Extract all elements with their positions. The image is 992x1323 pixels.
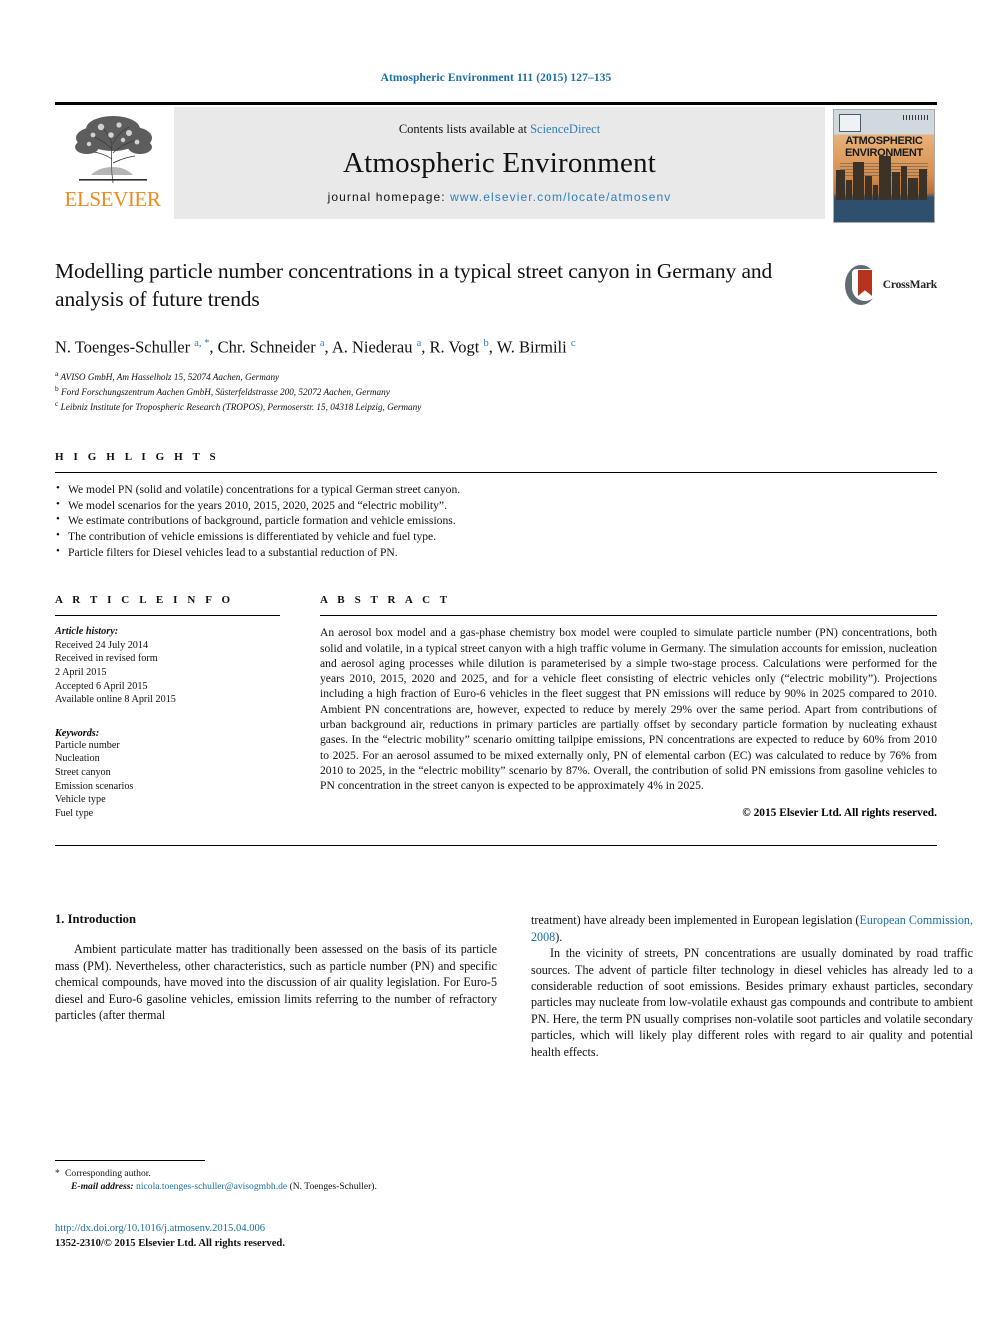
keywords-label: Keywords: [55,727,100,739]
affiliation-text: Ford Forschungszentrum Aachen GmbH, Süst… [61,386,390,397]
affiliation-c: c Leibniz Institute for Tropospheric Res… [55,398,937,413]
cover-image: ATMOSPHERIC ENVIRONMENT [833,109,935,223]
list-item: We model scenarios for the years 2010, 2… [55,497,937,514]
affiliation-marker: c [55,399,59,409]
crossmark-label: CrossMark [882,279,937,291]
corresponding-author-label: Corresponding author. [65,1168,151,1179]
footnote-star-marker: * [55,1168,60,1179]
elsevier-wordmark: ELSEVIER [64,187,161,211]
affiliation-text: Leibniz Institute for Tropospheric Resea… [60,402,422,413]
affiliation-marker: b [55,383,59,393]
intro-right-post: ). [555,929,563,944]
elsevier-tree-icon [67,109,159,187]
journal-cover-thumbnail: ATMOSPHERIC ENVIRONMENT [833,105,937,223]
cover-barcode-icon [903,115,929,120]
sciencedirect-link[interactable]: ScienceDirect [530,122,600,136]
abstract-copyright: © 2015 Elsevier Ltd. All rights reserved… [742,806,937,819]
cover-skyline-graphic [834,154,934,200]
keyword: Fuel type [55,807,94,819]
corresponding-author-note: * Corresponding author. E-mail address: … [55,1167,497,1193]
homepage-url-link[interactable]: www.elsevier.com/locate/atmosenv [450,190,671,204]
email-address-label: E-mail address: [71,1181,134,1192]
affiliation-list: a AVISO GmbH, Am Hasselholz 15, 52074 Aa… [55,368,937,414]
homepage-label: journal homepage: [327,190,451,204]
intro-paragraph-left: Ambient particulate matter has tradition… [55,942,497,1023]
journal-homepage-line: journal homepage: www.elsevier.com/locat… [328,190,672,204]
history-line: Available online 8 April 2015 [55,694,176,706]
footnote-divider [55,1160,205,1161]
list-item: The contribution of vehicle emissions is… [55,528,937,545]
article-info-heading: A R T I C L E I N F O [55,594,234,607]
body-column-right: treatment) have already been implemented… [531,912,973,1060]
keyword: Emission scenarios [55,780,134,792]
history-line: Accepted 6 April 2015 [55,680,148,692]
article-history: Article history: Received 24 July 2014 R… [55,616,280,707]
author-list: N. Toenges-Schuller a, *, Chr. Schneider… [55,337,576,357]
highlights-heading: H I G H L I G H T S [55,451,220,464]
introduction-heading: 1. Introduction [55,912,136,927]
affiliation-text: AVISO GmbH, Am Hasselholz 15, 52074 Aach… [60,371,280,382]
doi-link[interactable]: http://dx.doi.org/10.1016/j.atmosenv.201… [55,1222,555,1237]
history-line: Received 24 July 2014 [55,639,149,651]
affiliation-marker: a [55,368,59,378]
abstract-text: An aerosol box model and a gas-phase che… [320,626,937,793]
body-columns: 1. Introduction Ambient particulate matt… [55,912,973,1060]
keywords-list: Particle number Nucleation Street canyon… [55,739,280,821]
journal-title: Atmospheric Environment [342,147,657,179]
document-footer: http://dx.doi.org/10.1016/j.atmosenv.201… [55,1222,555,1251]
highlights-section: H I G H L I G H T S We model PN (solid a… [55,451,937,560]
info-abstract-section: A R T I C L E I N F O Article history: R… [55,594,937,820]
cover-title-line1: ATMOSPHERIC [845,135,923,147]
contents-available-line: Contents lists available at ScienceDirec… [399,122,600,137]
article-first-page: Atmospheric Environment 111 (2015) 127–1… [0,0,992,1323]
issn-copyright-line: 1352-2310/© 2015 Elsevier Ltd. All right… [55,1237,285,1249]
footnote-block: * Corresponding author. E-mail address: … [55,1160,497,1193]
crossmark-icon [845,265,878,305]
affiliation-a: a AVISO GmbH, Am Hasselholz 15, 52074 Aa… [55,368,937,383]
abstract-column: A B S T R A C T An aerosol box model and… [320,594,937,820]
keyword: Nucleation [55,753,100,765]
email-author-suffix: (N. Toenges-Schuller). [289,1181,377,1192]
keywords-block: Keywords: Particle number Nucleation Str… [55,726,280,821]
author-email-link[interactable]: nicola.toenges-schuller@avisogmbh.de [136,1181,287,1192]
page-title: Modelling particle number concentrations… [55,259,773,311]
keyword: Particle number [55,739,120,751]
running-head: Atmospheric Environment 111 (2015) 127–1… [380,72,612,84]
journal-masthead: ELSEVIER Contents lists available at Sci… [55,102,937,223]
keyword: Street canyon [55,767,111,779]
contents-prefix: Contents lists available at [398,122,531,136]
intro-paragraph-right-continued: treatment) have already been implemented… [531,912,973,945]
publisher-logo: ELSEVIER [55,105,170,223]
abstract-heading: A B S T R A C T [320,594,451,607]
keyword: Vehicle type [55,794,106,806]
title-block: Modelling particle number concentrations… [55,257,937,413]
highlights-list: We model PN (solid and volatile) concent… [55,473,937,560]
list-item: Particle filters for Diesel vehicles lea… [55,544,937,561]
article-history-label: Article history: [55,626,119,638]
list-item: We model PN (solid and volatile) concent… [55,481,937,498]
affiliation-b: b Ford Forschungszentrum Aachen GmbH, Sü… [55,383,937,398]
crossmark-badge[interactable]: CrossMark [845,261,937,309]
section-end-divider [55,845,937,847]
article-info-column: A R T I C L E I N F O Article history: R… [55,594,280,820]
body-column-left: 1. Introduction Ambient particulate matt… [55,912,497,1060]
history-line: 2 April 2015 [55,667,107,679]
history-line: Received in revised form [55,653,158,665]
intro-right-pre: treatment) have already been implemented… [531,913,860,928]
list-item: We estimate contributions of background,… [55,513,937,529]
masthead-center: Contents lists available at ScienceDirec… [174,107,825,219]
intro-paragraph-right: In the vicinity of streets, PN concentra… [531,946,973,1059]
cover-elsevier-box-icon [839,114,861,132]
